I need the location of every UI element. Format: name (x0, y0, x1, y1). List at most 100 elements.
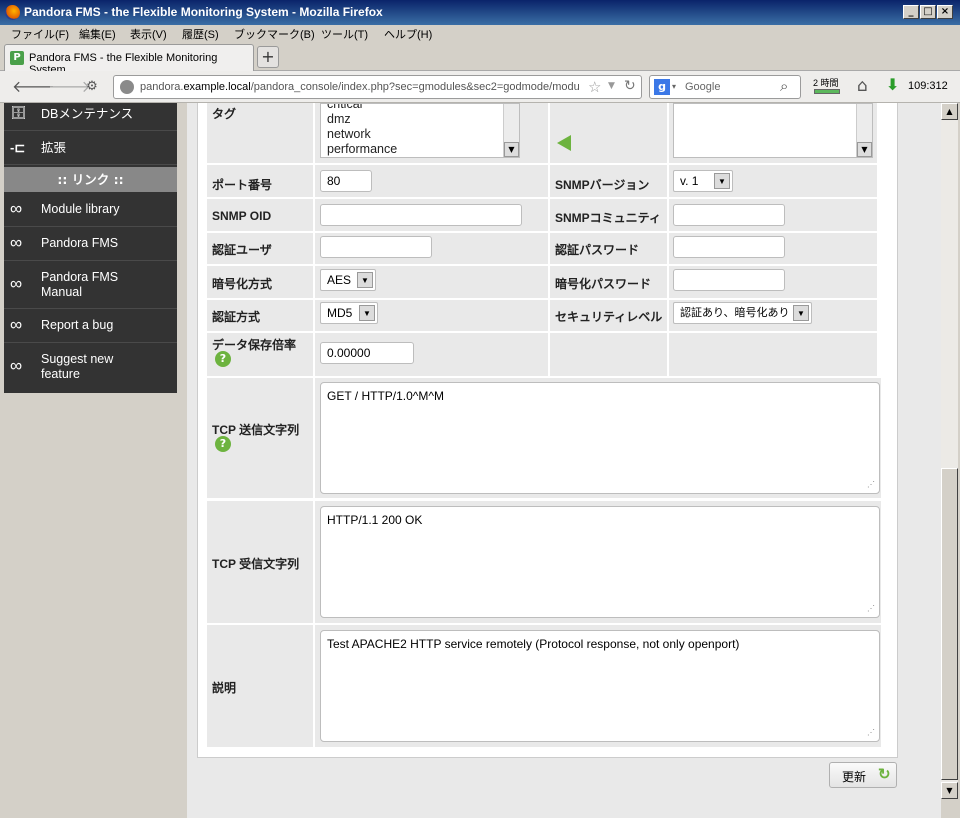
sidebar-link-module-library[interactable]: ∞ Module library (4, 193, 177, 227)
window-titlebar: Pandora FMS - the Flexible Monitoring Sy… (0, 0, 960, 25)
menu-edit[interactable]: 編集(E) (79, 26, 116, 42)
sidebar-link-suggest-feature[interactable]: ∞ Suggest new feature (4, 343, 177, 393)
sidebar-link-pandora-manual[interactable]: ∞ Pandora FMS Manual (4, 261, 177, 309)
pandora-favicon-icon: P (10, 51, 24, 65)
menu-tools[interactable]: ツール(T) (321, 26, 368, 42)
search-box[interactable]: g ▾ Google ⌕ (649, 75, 801, 99)
menu-bookmarks[interactable]: ブックマーク(B) (234, 26, 315, 42)
tags-listbox[interactable]: critical dmz network performance ▼ (320, 103, 520, 158)
tcp-recv-label: TCP 受信文字列 (212, 557, 300, 571)
new-tab-button[interactable]: + (257, 46, 279, 68)
menu-help[interactable]: ヘルプ(H) (384, 26, 432, 42)
security-level-select[interactable]: 認証あり、暗号化あり ▼ (673, 302, 812, 324)
sidebar-link-pandora-fms[interactable]: ∞ Pandora FMS (4, 227, 177, 261)
download-arrow-icon[interactable]: ⬇ (886, 75, 899, 94)
auth-method-label: 認証方式 (212, 310, 261, 324)
search-placeholder: Google (685, 81, 721, 93)
tag-option[interactable]: network (327, 127, 397, 142)
encryption-password-input[interactable] (673, 269, 785, 291)
counter-text: 109:312 (908, 80, 948, 92)
url-dropdown-icon[interactable]: ▼ (608, 81, 615, 91)
globe-icon (120, 80, 134, 94)
scroll-down-icon[interactable]: ▼ (941, 782, 958, 799)
update-button-label: 更新 (842, 770, 867, 784)
link-icon: ∞ (10, 233, 23, 252)
sidebar-item-db-maintenance[interactable]: 🗄 DBメンテナンス (4, 103, 177, 131)
tab-pandora[interactable]: P Pandora FMS - the Flexible Monitoring … (4, 44, 254, 76)
forward-icon[interactable]: 🡒 (48, 77, 91, 97)
menu-view[interactable]: 表示(V) (130, 26, 167, 42)
tcp-send-textarea[interactable]: GET / HTTP/1.0^M^M ⋰ (320, 382, 880, 494)
security-level-value: 認証あり、暗号化あり (680, 307, 790, 319)
url-bar[interactable]: pandora.example.local/pandora_console/in… (113, 75, 642, 99)
link-icon: ∞ (10, 199, 23, 218)
maximize-button[interactable]: □ (920, 5, 936, 19)
port-label: ポート番号 (212, 178, 273, 192)
encryption-password-label: 暗号化パスワード (555, 277, 652, 291)
snmp-oid-label: SNMP OID (212, 209, 272, 223)
google-icon: g (654, 79, 670, 95)
resize-grip-icon[interactable]: ⋰ (867, 480, 875, 489)
navigation-bar: 🡐 🡒 ⚙ pandora.example.local/pandora_cons… (0, 71, 960, 103)
description-textarea[interactable]: Test APACHE2 HTTP service remotely (Prot… (320, 630, 880, 742)
chevron-down-icon: ▼ (793, 305, 809, 321)
menu-file[interactable]: ファイル(F) (11, 26, 69, 42)
engine-dropdown-icon[interactable]: ▾ (672, 82, 676, 91)
chevron-down-icon: ▼ (714, 173, 730, 189)
snmp-community-input[interactable] (673, 204, 785, 226)
description-text: Test APACHE2 HTTP service remotely (Prot… (327, 637, 740, 651)
page-scrollbar[interactable]: ▲ ▼ (941, 103, 958, 799)
auth-user-input[interactable] (320, 236, 432, 258)
listbox-scrollbar[interactable]: ▼ (856, 104, 872, 157)
close-window-button[interactable]: × (937, 5, 953, 19)
database-icon: 🗄 (10, 105, 27, 120)
data-retention-input[interactable]: 0.00000 (320, 342, 414, 364)
home-icon[interactable]: ⌂ (857, 76, 868, 96)
listbox-scrollbar[interactable]: ▼ (503, 104, 519, 157)
scrollbar-thumb[interactable] (941, 468, 958, 780)
minimize-button[interactable]: _ (903, 5, 919, 19)
auth-user-label: 認証ユーザ (212, 243, 272, 257)
snmp-community-label: SNMPコミュニティ (555, 211, 661, 225)
update-button[interactable]: 更新 ↻ (829, 762, 897, 788)
resize-grip-icon[interactable]: ⋰ (867, 604, 875, 613)
menu-history[interactable]: 履歴(S) (182, 26, 219, 42)
tcp-recv-textarea[interactable]: HTTP/1.1 200 OK ⋰ (320, 506, 880, 618)
bookmark-star-icon[interactable]: ☆ (588, 78, 601, 96)
tcp-send-text: GET / HTTP/1.0^M^M (327, 389, 445, 403)
encryption-method-label: 暗号化方式 (212, 277, 273, 291)
selected-tags-listbox[interactable]: ▼ (673, 103, 873, 158)
reload-icon[interactable]: ↻ (624, 78, 636, 94)
tag-option[interactable]: dmz (327, 112, 397, 127)
auth-password-input[interactable] (673, 236, 785, 258)
sidebar-link-report-bug[interactable]: ∞ Report a bug (4, 309, 177, 343)
scroll-up-icon[interactable]: ▲ (941, 103, 958, 120)
snmp-version-value: v. 1 (680, 174, 699, 188)
snmp-oid-input[interactable] (320, 204, 522, 226)
scroll-down-icon[interactable]: ▼ (504, 142, 519, 157)
sidebar-item-extensions[interactable]: -⊏ 拡張 (4, 131, 177, 165)
auth-password-label: 認証パスワード (555, 243, 640, 257)
port-input[interactable]: 80 (320, 170, 372, 192)
encryption-method-select[interactable]: AES ▼ (320, 269, 376, 291)
search-icon[interactable]: ⌕ (780, 77, 788, 95)
refresh-icon: ↻ (878, 766, 891, 783)
back-icon[interactable]: 🡐 (12, 77, 55, 97)
help-icon[interactable]: ? (215, 436, 231, 452)
sync-icon[interactable]: ⚙ (82, 77, 102, 97)
links-header: :: リンク :: (4, 167, 177, 192)
tags-label: タグ (212, 107, 237, 121)
snmp-version-select[interactable]: v. 1 ▼ (673, 170, 733, 192)
tag-option[interactable]: critical (327, 104, 397, 112)
move-left-arrow-icon[interactable] (557, 135, 571, 151)
scroll-down-icon[interactable]: ▼ (857, 142, 872, 157)
tag-option[interactable]: performance (327, 142, 397, 157)
link-icon: ∞ (10, 274, 23, 293)
snmp-version-label: SNMPバージョン (555, 178, 650, 192)
encryption-method-value: AES (327, 273, 352, 287)
resize-grip-icon[interactable]: ⋰ (867, 728, 875, 737)
tags-arrow-cell (550, 103, 667, 163)
help-icon[interactable]: ? (215, 351, 231, 367)
firefox-icon (5, 5, 20, 20)
auth-method-select[interactable]: MD5 ▼ (320, 302, 378, 324)
